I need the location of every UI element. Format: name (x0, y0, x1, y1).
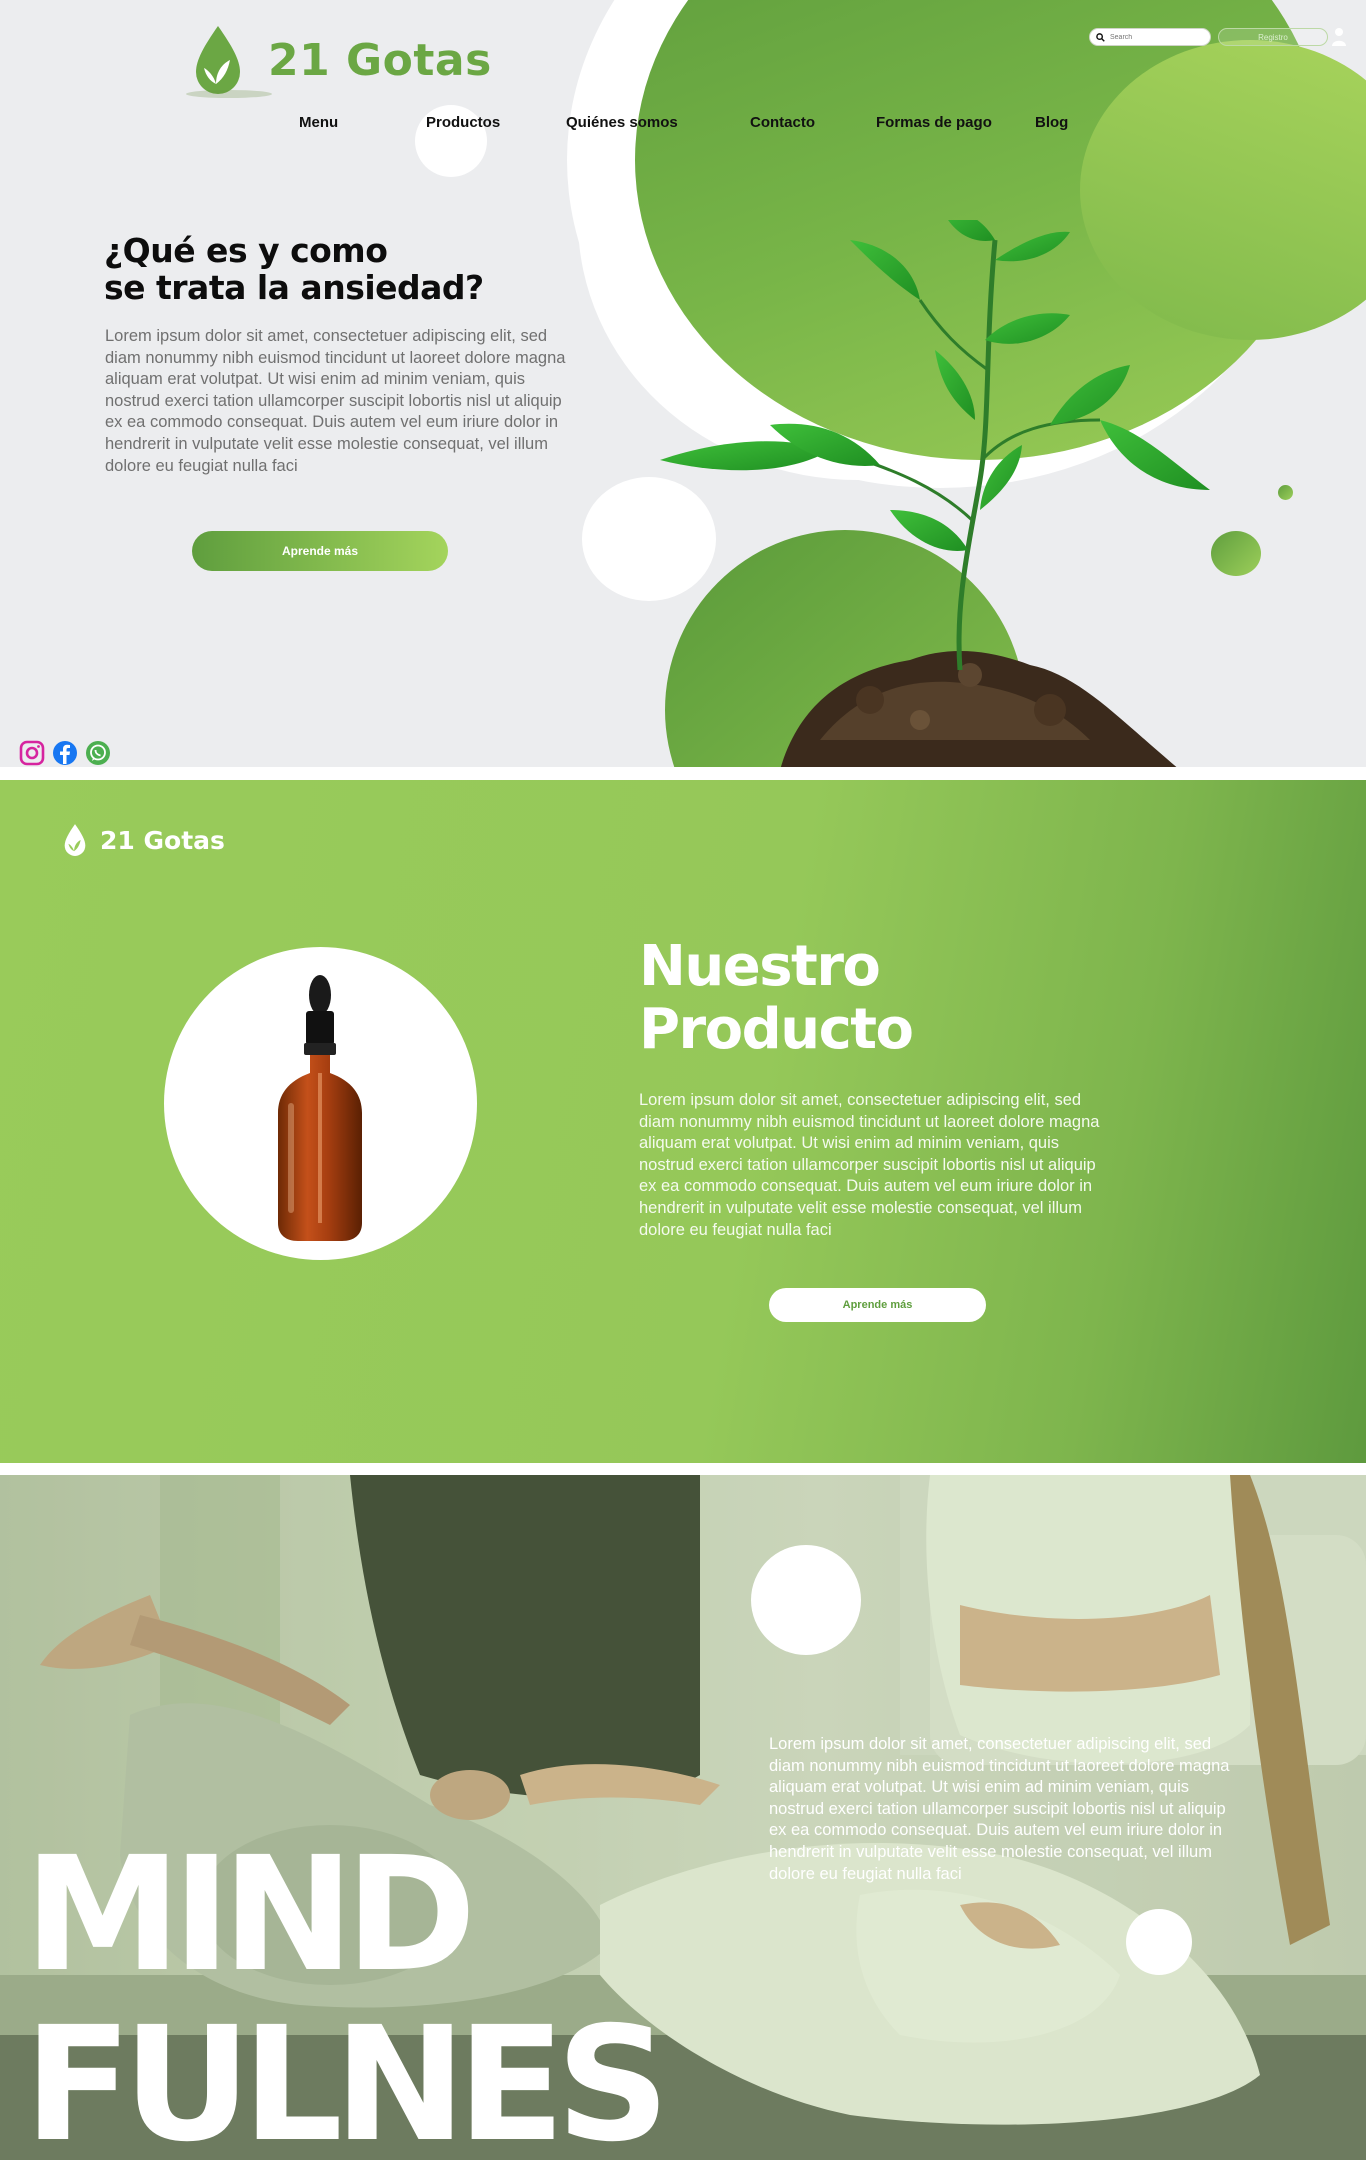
decor-green-dot (1278, 485, 1293, 500)
section-divider (0, 1463, 1366, 1475)
brand-logo-small[interactable]: 21 Gotas (60, 822, 225, 858)
product-body-text: Lorem ipsum dolor sit amet, consectetuer… (639, 1091, 1100, 1239)
product-title-line1: Nuestro (639, 934, 881, 999)
nav-item-contacto[interactable]: Contacto (750, 114, 815, 131)
mindfulness-heading-line2: FULNES (24, 1993, 670, 2160)
mindfulness-heading-line1: MIND (24, 1823, 476, 2007)
search-input[interactable] (1110, 33, 1200, 41)
main-nav: Menu Productos Quiénes somos Contacto Fo… (0, 114, 1366, 138)
hero-title: ¿Qué es y como se trata la ansiedad? (104, 232, 554, 306)
mindfulness-body-text: Lorem ipsum dolor sit amet, consectetuer… (769, 1735, 1230, 1883)
search-icon[interactable] (1096, 32, 1105, 42)
user-icon[interactable] (1331, 27, 1347, 47)
whatsapp-icon[interactable] (84, 739, 111, 766)
nav-item-menu[interactable]: Menu (299, 114, 338, 131)
nav-item-formas-de-pago[interactable]: Formas de pago (876, 114, 992, 131)
facebook-icon[interactable] (51, 739, 78, 766)
drop-leaf-icon (64, 824, 86, 856)
nav-item-blog[interactable]: Blog (1035, 114, 1068, 131)
hero-body-text: Lorem ipsum dolor sit amet, consectetuer… (105, 327, 566, 475)
search-box (1089, 28, 1211, 46)
dropper-bottle-image (278, 975, 362, 1241)
hero-section: 21 Gotas Menu Productos Quiénes somos Co… (0, 0, 1366, 767)
plant-seedling-image (660, 220, 1210, 767)
hero-title-line2: se trata la ansiedad? (104, 268, 484, 307)
brand-name: 21 Gotas (100, 825, 225, 855)
brand-name: 21 Gotas (268, 34, 492, 86)
instagram-icon[interactable] (18, 739, 45, 766)
hero-learn-more-button[interactable]: Aprende más (192, 531, 448, 571)
decor-white-circle (1126, 1909, 1192, 1975)
drop-leaf-icon (186, 24, 272, 98)
product-title: Nuestro Producto (639, 935, 1139, 1061)
nav-item-productos[interactable]: Productos (426, 114, 500, 131)
mindfulness-section: Lorem ipsum dolor sit amet, consectetuer… (0, 1475, 1366, 2160)
decor-white-circle (751, 1545, 861, 1655)
nav-item-quienes-somos[interactable]: Quiénes somos (566, 114, 678, 131)
section-divider (0, 767, 1366, 779)
hero-title-line1: ¿Qué es y como (104, 231, 388, 270)
brand-logo[interactable]: 21 Gotas (186, 24, 492, 98)
registro-button[interactable]: Registro (1218, 28, 1328, 46)
product-section: 21 Gotas Nuestro Producto Lorem ipsum do… (0, 780, 1366, 1463)
product-learn-more-button[interactable]: Aprende más (769, 1288, 986, 1322)
social-links (18, 739, 111, 766)
product-title-line2: Producto (639, 997, 914, 1062)
